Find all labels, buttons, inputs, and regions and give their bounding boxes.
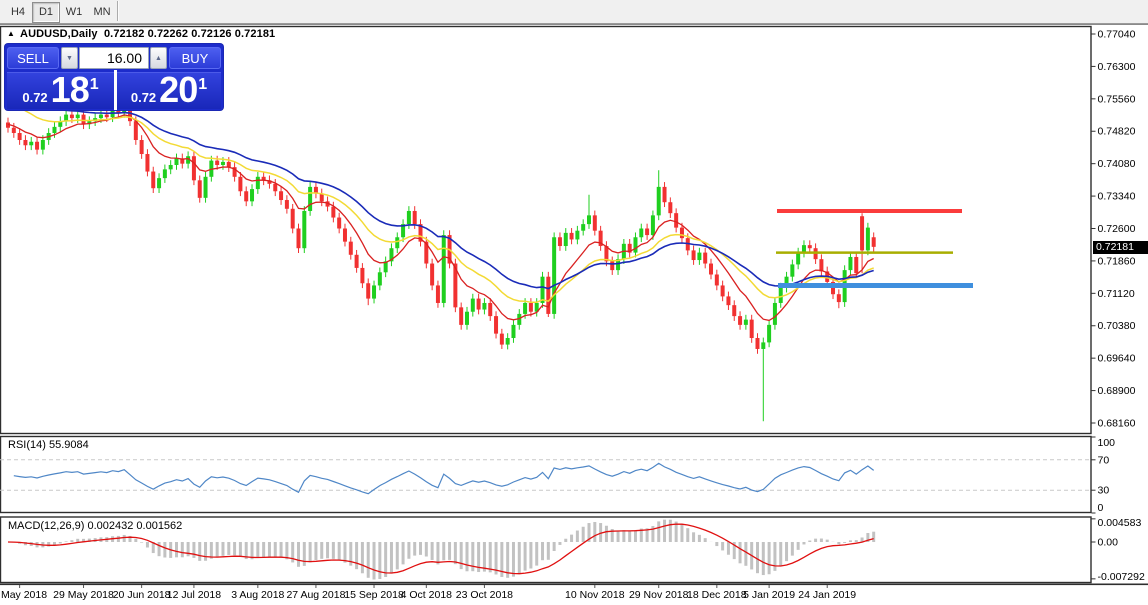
rsi-axis[interactable]: 100 70 30 0 <box>1092 437 1116 514</box>
svg-text:-0.007292: -0.007292 <box>1098 571 1145 583</box>
svg-text:70: 70 <box>1098 454 1110 466</box>
svg-text:20 Jun 2018: 20 Jun 2018 <box>113 589 171 601</box>
sell-price-point: 1 <box>90 68 99 102</box>
timeframe-toolbar: H4 D1 W1 MN <box>0 0 1148 24</box>
timeframe-button-d1[interactable]: D1 <box>32 2 60 23</box>
moving-average-lines <box>8 89 874 321</box>
svg-text:0.77040: 0.77040 <box>1098 29 1136 41</box>
svg-text:30: 30 <box>1098 485 1110 497</box>
timeframe-button-mn[interactable]: MN <box>88 2 116 23</box>
macd-indicator-label: MACD(12,26,9) 0.002432 0.001562 <box>8 520 182 532</box>
svg-text:5 Jan 2019: 5 Jan 2019 <box>743 589 795 601</box>
svg-text:3 Aug 2018: 3 Aug 2018 <box>231 589 284 601</box>
svg-text:0.70380: 0.70380 <box>1098 320 1136 332</box>
sell-price-pips: 18 <box>51 73 89 107</box>
ohlc-values: 0.72182 0.72262 0.72126 0.72181 <box>104 28 275 40</box>
sell-price-tile[interactable]: 0.72 18 1 <box>7 72 114 109</box>
volume-decrease-button[interactable]: ▼ <box>61 47 78 69</box>
timeframe-button-w1[interactable]: W1 <box>60 2 88 23</box>
svg-text:0.68900: 0.68900 <box>1098 385 1136 397</box>
buy-price-point: 1 <box>198 68 207 102</box>
price-axis[interactable]: 0.77040 0.76300 0.75560 0.74820 0.74080 0.733… <box>1092 29 1136 430</box>
svg-text:0.73340: 0.73340 <box>1098 191 1136 203</box>
svg-text:0.00: 0.00 <box>1098 537 1119 549</box>
trading-terminal: { "toolbar": { "timeframes": [ {"label":… <box>0 0 1148 605</box>
svg-text:27 Aug 2018: 27 Aug 2018 <box>286 589 345 601</box>
svg-text:0: 0 <box>1098 502 1104 514</box>
svg-text:0.71860: 0.71860 <box>1098 255 1136 267</box>
sell-price-prefix: 0.72 <box>22 81 47 115</box>
chart-canvas[interactable]: 0.77040 0.76300 0.75560 0.74820 0.74080 0.733… <box>0 24 1148 605</box>
svg-text:15 Sep 2018: 15 Sep 2018 <box>344 589 404 601</box>
svg-text:10 Nov 2018: 10 Nov 2018 <box>565 589 625 601</box>
svg-text:0.72600: 0.72600 <box>1098 223 1136 235</box>
svg-text:0.75560: 0.75560 <box>1098 93 1136 105</box>
svg-text:23 Oct 2018: 23 Oct 2018 <box>456 589 513 601</box>
svg-text:7 May 2018: 7 May 2018 <box>0 589 47 601</box>
chart-title: ▲ AUDUSD,Daily 0.72182 0.72262 0.72126 0.… <box>7 28 275 40</box>
svg-text:29 May 2018: 29 May 2018 <box>53 589 114 601</box>
volume-input[interactable] <box>79 47 149 69</box>
svg-text:18 Dec 2018: 18 Dec 2018 <box>687 589 747 601</box>
date-axis[interactable]: 7 May 2018 29 May 201820 Jun 201812 Jul 2… <box>0 585 856 601</box>
svg-text:0.76300: 0.76300 <box>1098 61 1136 73</box>
volume-increase-button[interactable]: ▲ <box>150 47 167 69</box>
svg-text:4 Oct 2018: 4 Oct 2018 <box>401 589 453 601</box>
svg-text:12 Jul 2018: 12 Jul 2018 <box>167 589 221 601</box>
timeframe-button-h4[interactable]: H4 <box>4 2 32 23</box>
one-click-trading-panel: SELL ▼ ▲ BUY 0.72 18 1 0.72 20 1 <box>5 44 223 110</box>
svg-text:0.68160: 0.68160 <box>1098 417 1136 429</box>
svg-text:0.71120: 0.71120 <box>1098 288 1135 300</box>
current-price-tag: 0.72181 <box>1093 241 1148 254</box>
one-click-collapse-icon[interactable]: ▲ <box>7 29 15 38</box>
svg-text:0.69640: 0.69640 <box>1098 353 1136 365</box>
svg-text:100: 100 <box>1098 437 1116 449</box>
svg-text:0.74820: 0.74820 <box>1098 126 1136 138</box>
svg-text:0.004583: 0.004583 <box>1098 517 1142 529</box>
buy-price-tile[interactable]: 0.72 20 1 <box>117 72 221 109</box>
rsi-indicator-label: RSI(14) 55.9084 <box>8 439 89 451</box>
svg-text:24 Jan 2019: 24 Jan 2019 <box>798 589 856 601</box>
rsi-line <box>14 463 874 493</box>
symbol-period-label: AUDUSD,Daily <box>20 28 98 40</box>
buy-price-prefix: 0.72 <box>131 81 156 115</box>
svg-text:0.74080: 0.74080 <box>1098 158 1136 170</box>
buy-price-pips: 20 <box>159 73 197 107</box>
buy-button[interactable]: BUY <box>169 47 221 69</box>
candlestick-chart[interactable] <box>6 101 876 422</box>
toolbar-separator <box>117 1 119 21</box>
chart-window: 0.77040 0.76300 0.75560 0.74820 0.74080 0.733… <box>0 24 1148 605</box>
sell-button[interactable]: SELL <box>7 47 59 69</box>
svg-text:29 Nov 2018: 29 Nov 2018 <box>629 589 689 601</box>
macd-axis[interactable]: 0.004583 0.00 -0.007292 <box>1092 517 1145 583</box>
